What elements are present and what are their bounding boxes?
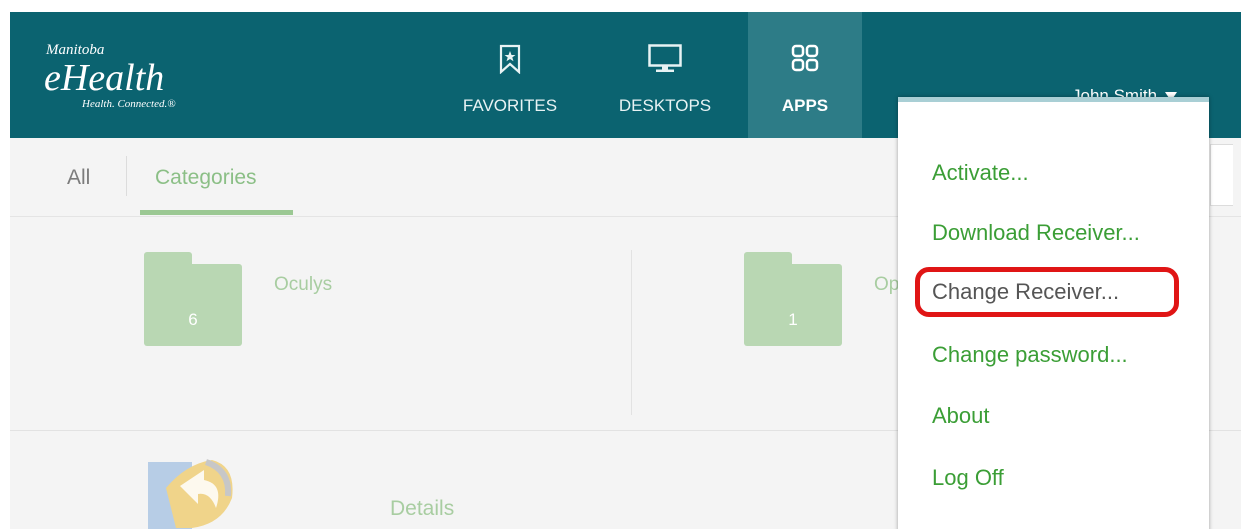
- menu-item-download-receiver[interactable]: Download Receiver...: [932, 220, 1140, 246]
- manitoba-ehealth-logo: Manitoba eHealth Health. Connected.®: [40, 42, 240, 122]
- category-label-op[interactable]: Op: [874, 274, 899, 296]
- folder-icon: [744, 264, 842, 346]
- tab-all[interactable]: All: [67, 166, 90, 190]
- monitor-icon: [648, 44, 682, 72]
- nav-desktops-label: DESKTOPS: [618, 96, 712, 115]
- menu-item-log-off[interactable]: Log Off: [932, 465, 1004, 491]
- bookmark-star-icon: [499, 44, 521, 74]
- app-icon[interactable]: [146, 458, 236, 529]
- category-folder-oculys[interactable]: 6: [144, 252, 242, 347]
- folder-count: 6: [188, 310, 198, 329]
- category-folder-op[interactable]: 1: [744, 252, 842, 347]
- nav-desktops[interactable]: DESKTOPS: [605, 12, 725, 138]
- logo-tagline: Health. Connected.®: [82, 98, 176, 110]
- tab-categories[interactable]: Categories: [155, 166, 257, 190]
- menu-item-about[interactable]: About: [932, 403, 990, 429]
- menu-item-activate[interactable]: Activate...: [932, 160, 1029, 186]
- nav-favorites-label: FAVORITES: [462, 96, 558, 115]
- menu-item-change-password[interactable]: Change password...: [932, 342, 1128, 368]
- active-tab-indicator: [140, 210, 293, 215]
- folder-icon: [144, 264, 242, 346]
- logo-main-text: eHealth: [44, 57, 165, 99]
- folder-count: 1: [788, 310, 798, 329]
- search-box-edge[interactable]: [1210, 144, 1233, 206]
- app-label-details[interactable]: Details: [390, 497, 454, 521]
- column-divider: [631, 250, 632, 415]
- tab-divider: [126, 156, 127, 196]
- nav-apps-label: APPS: [781, 96, 829, 115]
- nav-favorites[interactable]: FAVORITES: [450, 12, 570, 138]
- nav-apps[interactable]: APPS: [748, 12, 862, 138]
- category-label-oculys[interactable]: Oculys: [274, 274, 332, 296]
- app-window: Manitoba eHealth Health. Connected.® FAV…: [10, 12, 1241, 529]
- grid-icon: [791, 44, 819, 72]
- highlight-annotation: [915, 267, 1179, 317]
